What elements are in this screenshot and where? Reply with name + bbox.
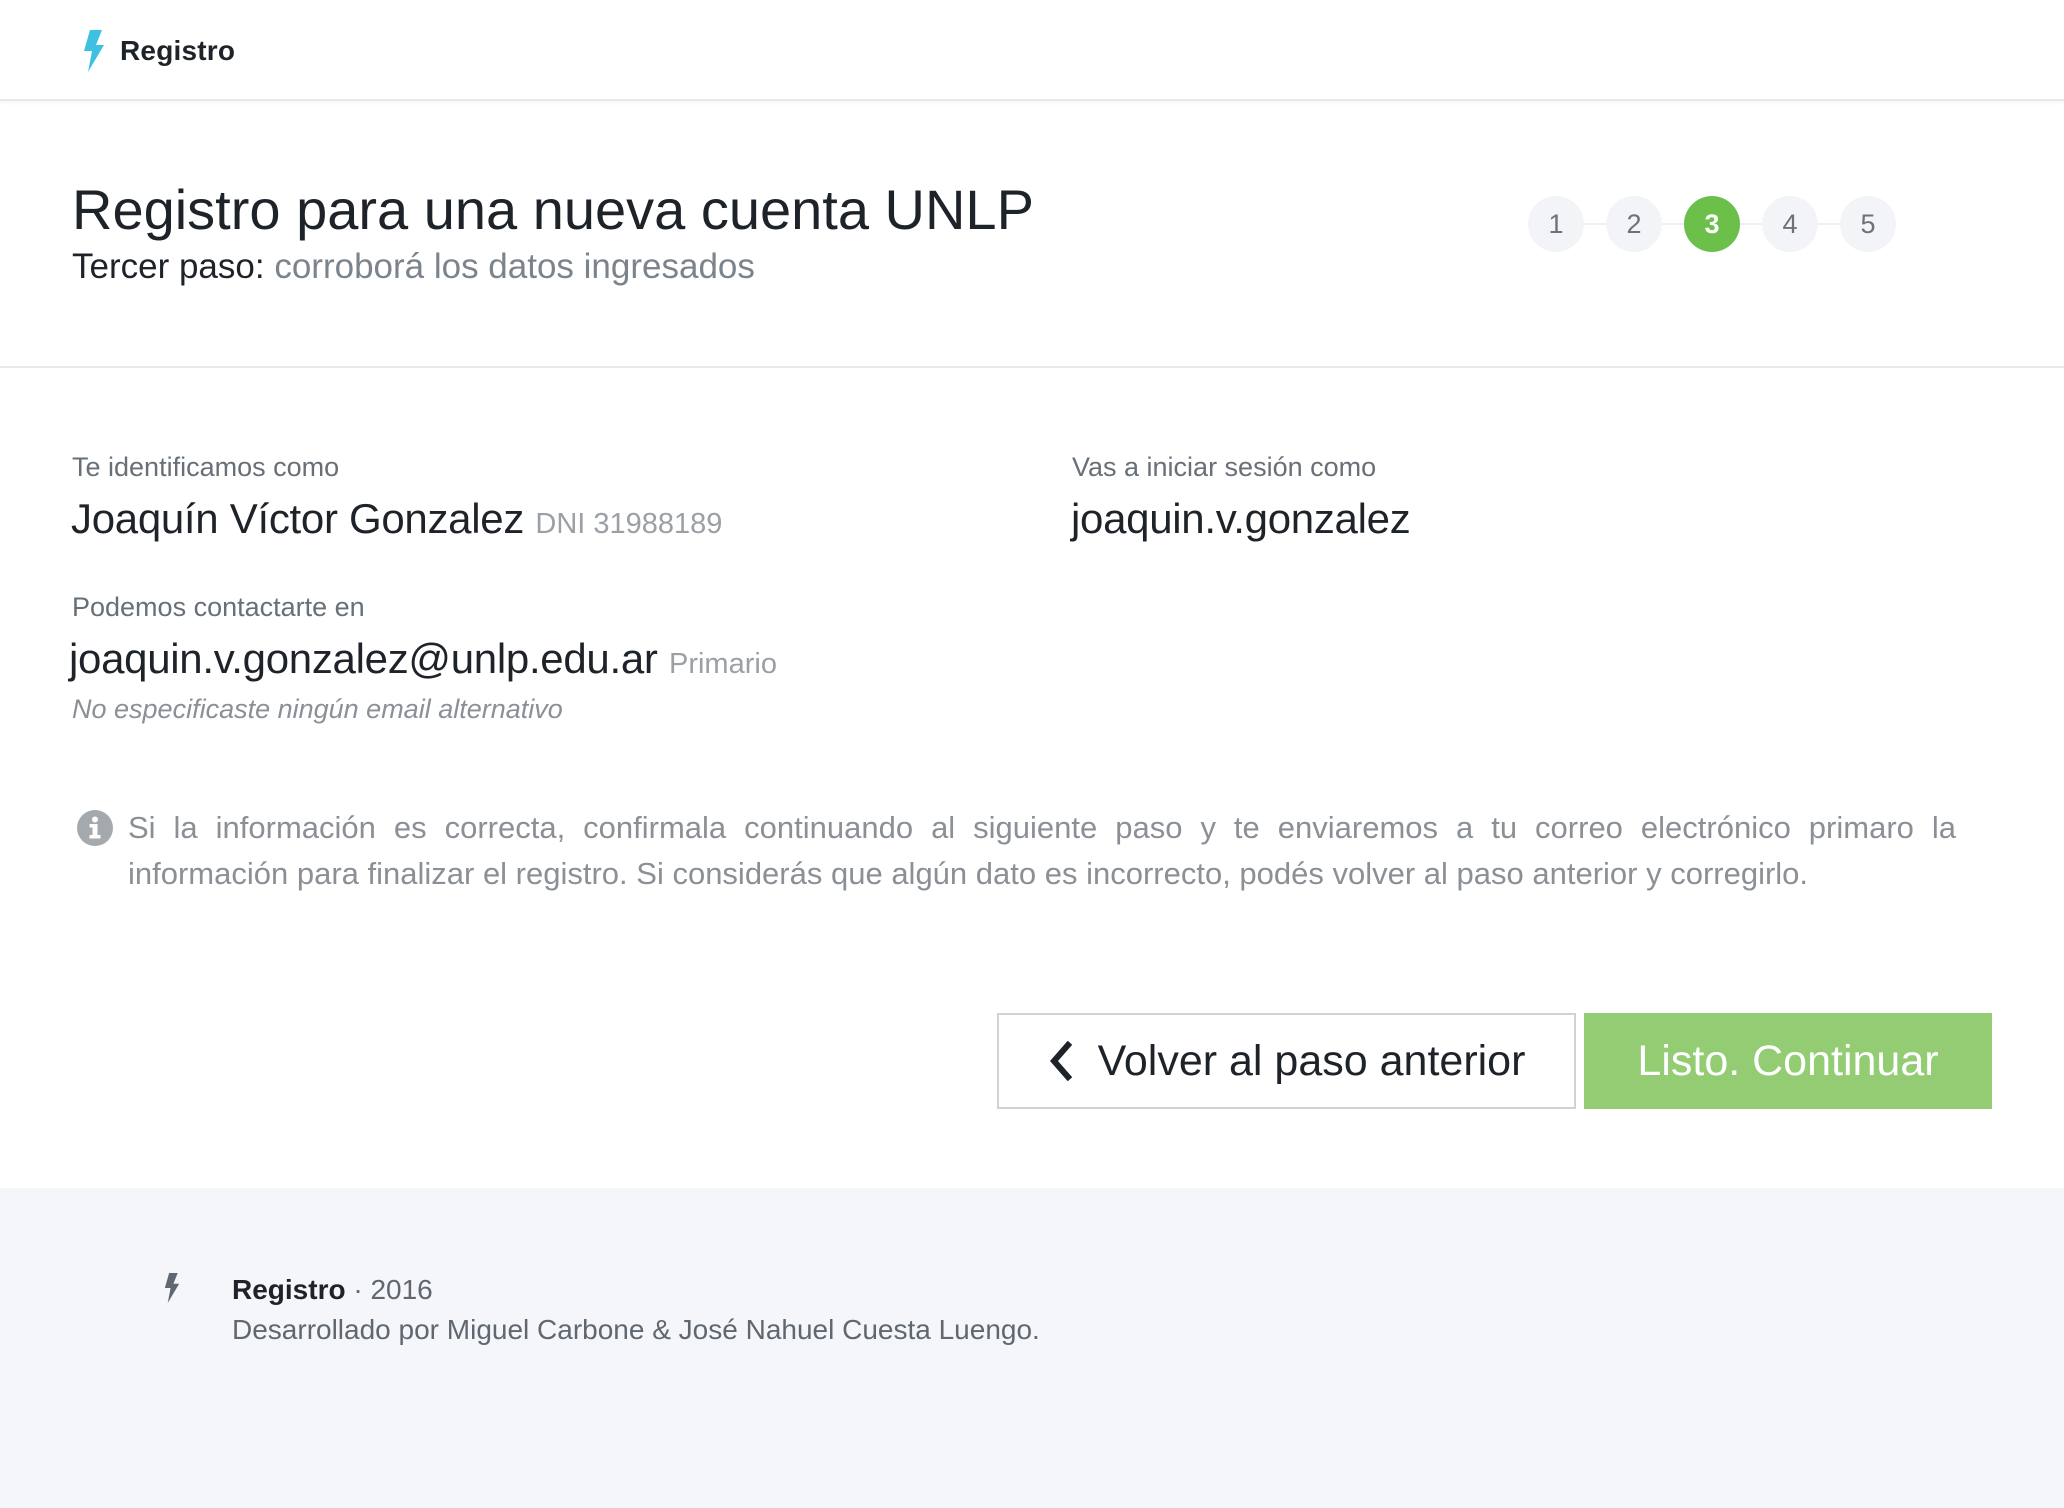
- info-icon: [77, 810, 113, 846]
- brand-label: Registro: [120, 35, 236, 66]
- step-5: 5: [1840, 196, 1896, 252]
- page-subtitle: Tercer paso: corroborá los datos ingresa…: [72, 247, 755, 287]
- back-button[interactable]: Volver al paso anterior: [997, 1013, 1576, 1109]
- footer-credits: Desarrollado por Miguel Carbone & José N…: [232, 1314, 1040, 1345]
- step-description: corroborá los datos ingresados: [274, 247, 755, 286]
- footer-brand: Registro: [232, 1274, 346, 1305]
- step-1: 1: [1528, 196, 1584, 252]
- primary-email: joaquin.v.gonzalez@unlp.edu.ar: [69, 635, 658, 682]
- identity-label: Te identificamos como: [72, 452, 340, 482]
- primary-badge: Primario: [668, 648, 777, 680]
- alternate-email-note: No especificaste ningún email alternativ…: [72, 694, 563, 724]
- brand-link[interactable]: Registro: [82, 30, 235, 72]
- chevron-left-icon: [1049, 1041, 1072, 1081]
- identity-value: Joaquín Víctor Gonzalez DNI 31988189: [71, 495, 722, 543]
- dni-number: DNI 31988189: [535, 508, 723, 540]
- footer-year: · 2016: [345, 1274, 433, 1305]
- footer: Registro · 2016 Desarrollado por Miguel …: [0, 1188, 2064, 1508]
- bolt-icon: [84, 30, 104, 72]
- page-header: Registro para una nueva cuenta UNLP Terc…: [0, 101, 2064, 368]
- contact-value: joaquin.v.gonzalez@unlp.edu.ar Primario: [69, 635, 777, 683]
- full-name: Joaquín Víctor Gonzalez: [71, 495, 525, 542]
- contact-label: Podemos contactarte en: [72, 592, 365, 622]
- step-3-active: 3: [1684, 196, 1740, 252]
- top-navbar: Registro: [0, 0, 2064, 101]
- login-label: Vas a iniciar sesión como: [1072, 452, 1377, 482]
- continue-button[interactable]: Listo. Continuar: [1584, 1013, 1992, 1109]
- footer-title: Registro · 2016: [232, 1274, 433, 1306]
- step-2: 2: [1606, 196, 1662, 252]
- back-button-label: Volver al paso anterior: [1097, 1036, 1526, 1085]
- info-text: Si la información es correcta, confirmal…: [128, 810, 1956, 891]
- username-value: joaquin.v.gonzalez: [1071, 495, 1411, 542]
- info-message: Si la información es correcta, confirmal…: [76, 805, 1956, 897]
- continue-button-label: Listo. Continuar: [1637, 1036, 1939, 1085]
- footer-bolt-icon: [164, 1273, 180, 1303]
- step-indicator: 1 2 3 4 5: [1528, 196, 1896, 252]
- page-title: Registro para una nueva cuenta UNLP: [72, 178, 1034, 241]
- step-4: 4: [1762, 196, 1818, 252]
- step-prefix: Tercer paso:: [72, 247, 265, 286]
